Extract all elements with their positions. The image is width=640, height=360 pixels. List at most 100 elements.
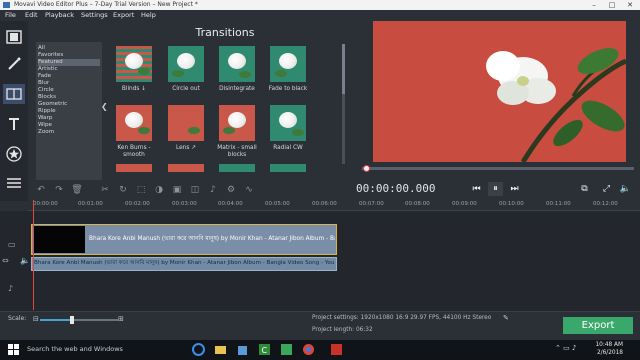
transition-tile-partial[interactable] <box>270 164 306 172</box>
next-frame-icon[interactable]: ⏭ <box>507 182 522 196</box>
edge-browser-icon[interactable] <box>192 343 205 356</box>
menu-settings[interactable]: Settings <box>81 10 108 21</box>
system-tray-icons[interactable]: ⌃ ▭ ♪ <box>555 344 576 352</box>
transition-label: Disintegrate <box>219 86 255 92</box>
transition-tile-fade-to-black[interactable] <box>270 46 306 82</box>
stabilize-icon[interactable]: ◫ <box>188 183 202 196</box>
category-all[interactable]: All <box>38 45 45 52</box>
taskbar-search[interactable]: Search the web and Windows <box>27 345 123 353</box>
edit-toolbar: ↶ ↷ 🗑 ✂ ↻ ⬚ ◑ ▣ ◫ ♪ ⚙ ∿ <box>28 180 258 198</box>
transition-tile-lens[interactable] <box>168 105 204 141</box>
image-icon[interactable]: ▣ <box>170 183 184 196</box>
edit-pencil-icon[interactable]: ✎ <box>503 314 509 322</box>
ruler-tick: 00:10:00 <box>499 201 524 207</box>
link-icon[interactable]: ⇔ <box>2 256 9 265</box>
zoom-out-icon[interactable]: ⊟ <box>33 315 39 323</box>
close-icon[interactable]: ✕ <box>621 0 639 10</box>
category-featured[interactable]: Featured <box>38 59 100 66</box>
menu-export[interactable]: Export <box>113 10 134 21</box>
ruler-tick: 00:08:00 <box>405 201 430 207</box>
app-green-icon[interactable] <box>280 343 293 356</box>
store-icon[interactable] <box>236 343 249 356</box>
playhead[interactable] <box>33 200 34 310</box>
list-icon[interactable] <box>3 173 25 193</box>
menu-playback[interactable]: Playback <box>45 10 74 21</box>
fullscreen-icon[interactable]: ⤢ <box>599 182 614 196</box>
title-bar: Movavi Video Editor Plus – 7-Day Trial V… <box>0 0 640 10</box>
transitions-scroll-thumb[interactable] <box>342 44 345 94</box>
delete-icon[interactable]: 🗑 <box>70 183 84 196</box>
transition-tile-circle-out[interactable] <box>168 46 204 82</box>
star-icon[interactable] <box>3 144 25 164</box>
transition-tile-disintegrate[interactable] <box>219 46 255 82</box>
seek-handle[interactable] <box>363 165 370 172</box>
seek-bar[interactable] <box>362 167 634 170</box>
transition-tile-ken-burns[interactable] <box>116 105 152 141</box>
transition-label: Fade to black <box>268 86 308 92</box>
transition-label: Circle out <box>172 86 200 92</box>
chrome-icon[interactable] <box>302 343 315 356</box>
ruler-tick: 00:02:00 <box>125 201 150 207</box>
video-track-icon: ▭ <box>8 240 16 249</box>
track-volume-icon[interactable]: 🔈 <box>20 256 30 265</box>
transitions-title: Transitions <box>195 26 255 39</box>
menu-edit[interactable]: Edit <box>25 10 38 21</box>
clock-time: 10:48 AM <box>595 342 623 348</box>
menu-help[interactable]: Help <box>141 10 156 21</box>
audio-wave-icon[interactable]: ∿ <box>242 183 256 196</box>
detach-preview-icon[interactable]: ⧉ <box>577 182 592 196</box>
ruler-tick: 00:09:00 <box>452 201 477 207</box>
rotate-icon[interactable]: ↻ <box>116 183 130 196</box>
menu-file[interactable]: File <box>5 10 16 21</box>
file-explorer-icon[interactable] <box>214 343 227 356</box>
category-geometric[interactable]: Geometric <box>38 101 67 108</box>
volume-icon[interactable]: 🔈 <box>618 182 633 196</box>
transition-tile-matrix[interactable] <box>219 105 255 141</box>
timecode-display: 00:00:00.000 <box>356 182 436 195</box>
collapse-arrow-icon[interactable]: ❮ <box>101 102 108 111</box>
transitions-icon[interactable] <box>3 84 25 104</box>
category-ripple[interactable]: Ripple <box>38 108 56 115</box>
taskbar-clock[interactable]: 10:48 AM 2/6/2018 <box>583 341 623 357</box>
pause-icon[interactable]: ⏸ <box>488 182 503 196</box>
text-icon[interactable] <box>3 114 25 134</box>
category-warp[interactable]: Warp <box>38 115 52 122</box>
settings-icon[interactable]: ⚙ <box>224 183 238 196</box>
transition-tile-blinds[interactable] <box>116 46 152 82</box>
transition-tile-partial[interactable] <box>219 164 255 172</box>
category-fade[interactable]: Fade <box>38 73 51 80</box>
cut-icon[interactable]: ✂ <box>98 183 112 196</box>
video-preview[interactable] <box>373 21 626 162</box>
transition-tile-partial[interactable] <box>116 164 152 172</box>
category-zoom[interactable]: Zoom <box>38 129 54 136</box>
category-favorites[interactable]: Favorites <box>38 52 63 59</box>
windows-start-icon[interactable] <box>8 344 19 355</box>
transition-label: Matrix - small blocks <box>217 145 257 158</box>
undo-icon[interactable]: ↶ <box>34 183 48 196</box>
transition-tile-partial[interactable] <box>168 164 204 172</box>
transition-tile-radial-cw[interactable] <box>270 105 306 141</box>
redo-icon[interactable]: ↷ <box>52 183 66 196</box>
previous-frame-icon[interactable]: ⏮ <box>469 182 484 196</box>
export-button[interactable]: Export <box>563 317 633 334</box>
scale-slider-handle[interactable] <box>70 316 74 324</box>
microphone-icon[interactable]: ♪ <box>206 183 220 196</box>
category-circle[interactable]: Circle <box>38 87 54 94</box>
magic-wand-icon[interactable] <box>3 54 25 74</box>
movavi-taskbar-icon[interactable] <box>330 343 343 356</box>
transition-label: Radial CW <box>273 145 303 151</box>
crop-icon[interactable]: ⬚ <box>134 183 148 196</box>
category-artistic[interactable]: Artistic <box>38 66 58 73</box>
color-adjust-icon[interactable]: ◑ <box>152 183 166 196</box>
video-clip-title: Bhara Kore Anbi Manush (ভারা করে আনবি মা… <box>89 236 335 242</box>
category-wipe[interactable]: Wipe <box>38 122 52 129</box>
camtasia-icon[interactable]: C <box>258 343 271 356</box>
maximize-icon[interactable]: □ <box>603 0 621 10</box>
ruler-tick: 00:00:00 <box>33 201 58 207</box>
timeline-ruler[interactable]: 00:00:00 00:01:00 00:02:00 00:03:00 00:0… <box>28 200 640 211</box>
minimize-icon[interactable]: – <box>585 0 603 10</box>
film-icon[interactable] <box>3 27 25 47</box>
category-blur[interactable]: Blur <box>38 80 49 87</box>
zoom-in-icon[interactable]: ⊞ <box>118 315 124 323</box>
category-blocks[interactable]: Blocks <box>38 94 56 101</box>
